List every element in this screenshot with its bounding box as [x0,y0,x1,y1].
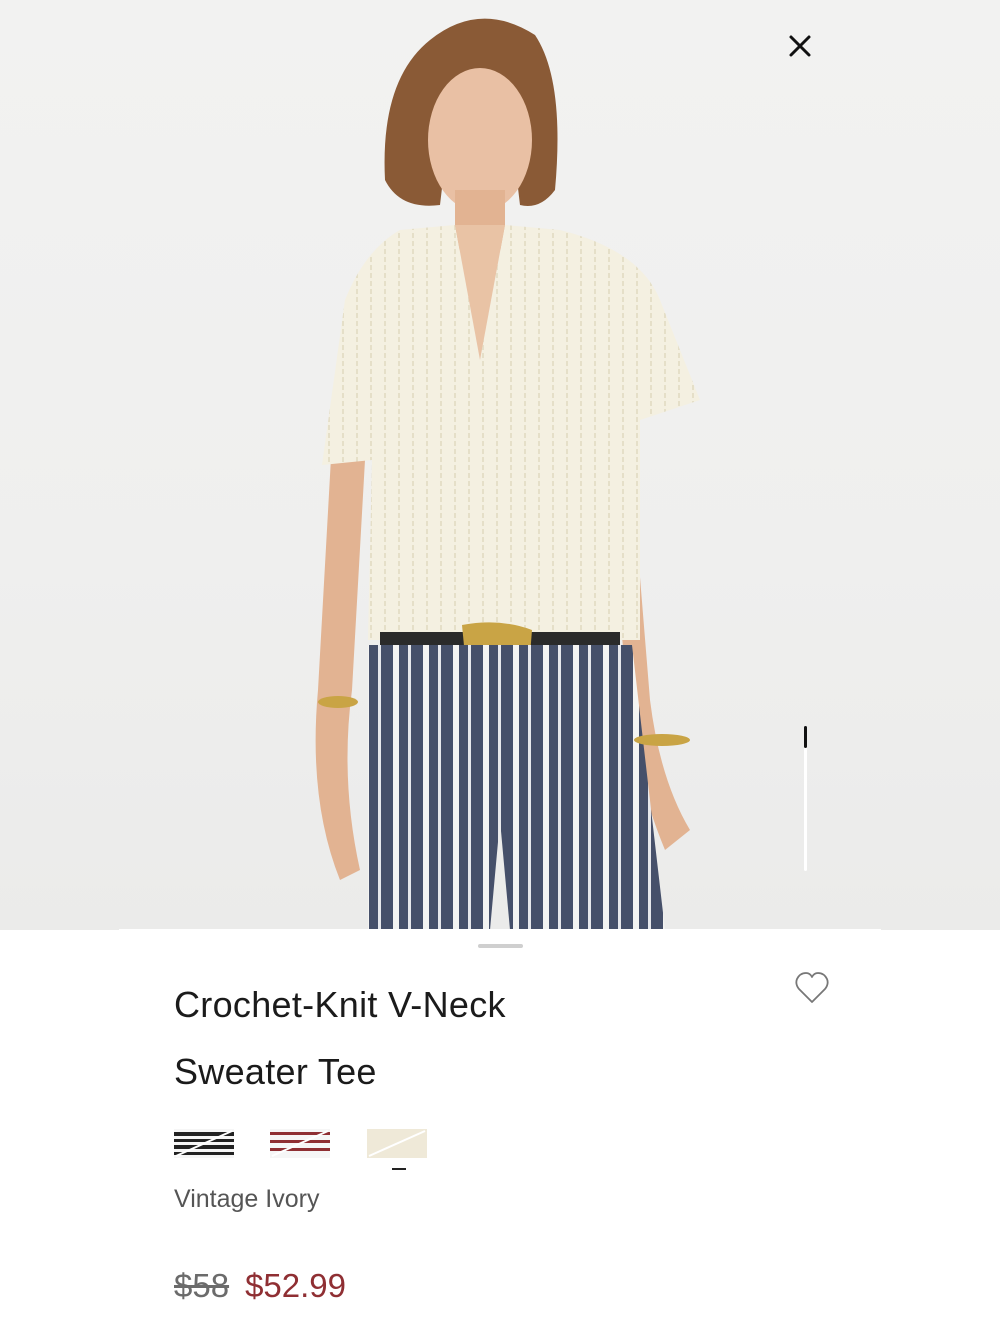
original-price: $58 [174,1267,230,1304]
selected-swatch-indicator [392,1168,406,1170]
product-details-sheet: Crochet-Knit V-Neck Sweater Tee Vintage … [119,929,881,1333]
black-stripe-swatch-icon [174,1129,234,1158]
swatch-ivory[interactable] [367,1129,427,1158]
selected-color-name: Vintage Ivory [174,1185,320,1213]
product-image[interactable] [0,0,1000,930]
image-scroll-thumb[interactable] [804,726,807,748]
product-title-line2: Sweater Tee [174,1051,377,1092]
red-stripe-swatch-icon [270,1129,330,1158]
product-quickview: Crochet-Knit V-Neck Sweater Tee Vintage … [0,0,1000,1333]
heart-outline-icon [795,972,829,1003]
product-title: Crochet-Knit V-Neck Sweater Tee [174,971,734,1105]
sheet-drag-handle[interactable] [478,944,523,948]
sale-price: $52.99 [245,1267,346,1304]
product-title-line1: Crochet-Knit V-Neck [174,984,506,1025]
close-button[interactable] [788,34,828,74]
close-icon [789,35,811,57]
model-photo [315,18,700,930]
favorite-button[interactable] [794,971,830,1005]
swatch-red-stripe[interactable] [270,1129,330,1158]
ivory-swatch-icon [367,1129,427,1158]
price: $58 $52.99 [174,1267,346,1305]
swatch-black-stripe[interactable] [174,1129,234,1158]
